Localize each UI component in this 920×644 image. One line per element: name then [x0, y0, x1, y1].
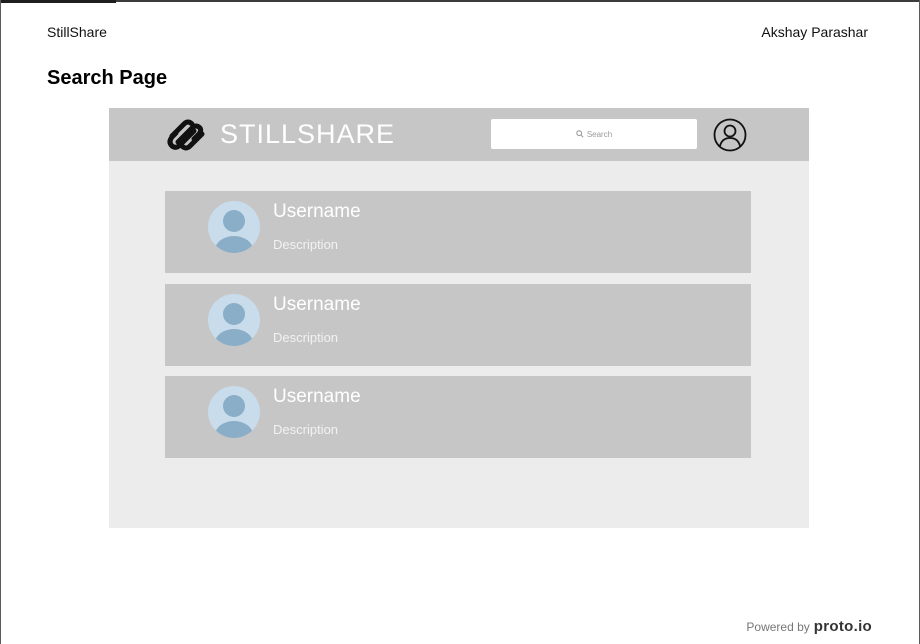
window-tab-edge — [0, 0, 116, 3]
user-profile-icon[interactable] — [713, 118, 747, 152]
squarespace-style-logo-icon[interactable] — [166, 116, 208, 152]
document-app-name: StillShare — [47, 24, 107, 40]
mockup-header: STILLSHARE Search — [109, 108, 809, 161]
result-description: Description — [273, 330, 339, 345]
powered-by-label: Powered by — [746, 620, 810, 634]
avatar-icon — [208, 386, 260, 438]
result-username: Username — [273, 201, 361, 222]
page-title: Search Page — [47, 67, 168, 89]
powered-by-footer[interactable]: Powered by proto.io — [746, 618, 872, 635]
result-username: Username — [273, 294, 361, 315]
window-left-border — [0, 0, 1, 644]
result-description: Description — [273, 422, 339, 437]
search-result-item[interactable]: Username Description — [165, 191, 751, 273]
avatar-icon — [208, 294, 260, 346]
result-description: Description — [273, 237, 339, 252]
document-author: Akshay Parashar — [761, 24, 868, 40]
search-result-item[interactable]: Username Description — [165, 376, 751, 458]
window-top-border — [0, 0, 920, 2]
protoio-logo: proto.io — [813, 618, 872, 635]
search-result-item[interactable]: Username Description — [165, 284, 751, 366]
result-username: Username — [273, 386, 361, 407]
search-placeholder: Search — [586, 129, 613, 139]
avatar-icon — [208, 201, 260, 253]
mockup-screen: STILLSHARE Search Username Description U… — [109, 108, 809, 528]
search-input[interactable]: Search — [491, 119, 697, 149]
brand-wordmark: STILLSHARE — [220, 119, 396, 149]
search-icon — [576, 130, 584, 138]
